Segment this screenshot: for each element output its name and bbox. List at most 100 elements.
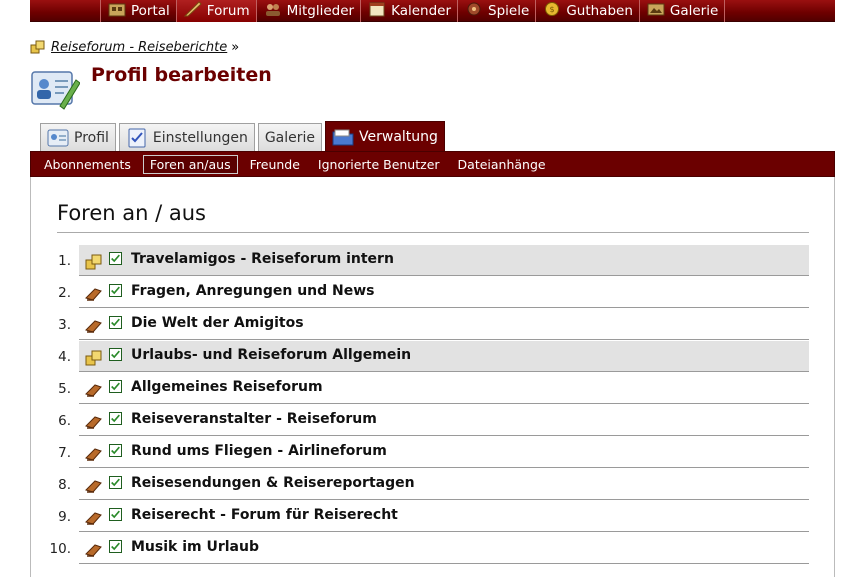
list-item-number: 6. xyxy=(58,413,71,429)
category-icon xyxy=(85,349,103,366)
tab-label: Galerie xyxy=(264,129,316,146)
list-item: 2. Fragen, Anregungen und News xyxy=(31,277,836,309)
forum-toggle-checkbox[interactable] xyxy=(109,284,122,297)
list-item-number: 1. xyxy=(58,253,71,269)
profile-tabs: Profil Einstellungen Galerie Verwaltung xyxy=(40,121,448,151)
category-icon xyxy=(85,253,103,270)
forum-icon xyxy=(85,381,103,398)
forum-toggle-checkbox[interactable] xyxy=(109,316,122,329)
forum-name[interactable]: Reiseveranstalter - Reiseforum xyxy=(131,411,377,427)
checkmark-icon xyxy=(111,414,120,423)
list-item-number: 8. xyxy=(58,477,71,493)
forum-name[interactable]: Allgemeines Reiseforum xyxy=(131,379,323,395)
nav-guthaben[interactable]: $ Guthaben xyxy=(535,0,639,22)
nav-mitglieder[interactable]: Mitglieder xyxy=(255,0,361,22)
subnav-freunde[interactable]: Freunde xyxy=(244,156,306,173)
top-navigation-items: Portal Forum Mitglieder Kalender Spiele $ Guth… xyxy=(100,0,726,22)
list-item-number: 7. xyxy=(58,445,71,461)
edit-profile-icon xyxy=(31,71,80,110)
list-item: 5. Allgemeines Reiseforum xyxy=(31,373,836,405)
svg-text:$: $ xyxy=(550,5,555,14)
checkmark-icon xyxy=(111,446,120,455)
section-heading: Foren an / aus xyxy=(57,201,206,225)
checkmark-icon xyxy=(111,542,120,551)
sub-navigation: Abonnements Foren an/aus Freunde Ignorierte… xyxy=(30,151,835,177)
forum-name[interactable]: Fragen, Anregungen und News xyxy=(131,283,375,299)
heading-divider xyxy=(57,232,809,233)
checkmark-icon xyxy=(111,478,120,487)
nav-forum[interactable]: Forum xyxy=(175,0,256,22)
forum-icon xyxy=(85,541,103,558)
games-icon xyxy=(464,1,484,17)
forum-name[interactable]: Travelamigos - Reiseforum intern xyxy=(131,251,394,267)
forum-icon xyxy=(85,413,103,430)
list-item-number: 2. xyxy=(58,285,71,301)
calendar-icon xyxy=(367,1,387,17)
list-item-number: 10. xyxy=(49,541,71,557)
forum-name[interactable]: Reisesendungen & Reisereportagen xyxy=(131,475,415,491)
nav-label: Galerie xyxy=(669,3,719,19)
breadcrumb-separator: » xyxy=(231,39,240,55)
forum-name[interactable]: Musik im Urlaub xyxy=(131,539,259,555)
list-item: 8. Reisesendungen & Reisereportagen xyxy=(31,469,836,501)
list-item: 1. Travelamigos - Reiseforum intern xyxy=(31,245,836,277)
list-item: 7. Rund ums Fliegen - Airlineforum xyxy=(31,437,836,469)
subnav-dateianhänge[interactable]: Dateianhänge xyxy=(452,156,552,173)
list-item: 4. Urlaubs- und Reiseforum Allgemein xyxy=(31,341,836,373)
nav-portal[interactable]: Portal xyxy=(100,0,176,22)
forum-icon xyxy=(85,477,103,494)
breadcrumb-link-reiseforum[interactable]: Reiseforum - Reiseberichte xyxy=(51,40,227,55)
tab-galerie[interactable]: Galerie xyxy=(257,123,323,151)
forum-toggle-checkbox[interactable] xyxy=(109,444,122,457)
category-icon xyxy=(30,40,45,54)
checkmark-icon xyxy=(111,254,120,263)
forum-icon xyxy=(85,317,103,334)
subnav-ignorierte-benutzer[interactable]: Ignorierte Benutzer xyxy=(312,156,446,173)
nav-spiele[interactable]: Spiele xyxy=(457,0,535,22)
forum-toggle-checkbox[interactable] xyxy=(109,348,122,361)
forum-toggle-checkbox[interactable] xyxy=(109,380,122,393)
list-item-number: 9. xyxy=(58,509,71,525)
portal-icon xyxy=(107,1,127,17)
checkmark-icon xyxy=(111,286,120,295)
nav-galerie[interactable]: Galerie xyxy=(638,0,726,22)
forum-toggle-checkbox[interactable] xyxy=(109,476,122,489)
nav-label: Kalender xyxy=(391,3,452,19)
checkmark-icon xyxy=(111,510,120,519)
forum-name[interactable]: Urlaubs- und Reiseforum Allgemein xyxy=(131,347,411,363)
tab-verwaltung[interactable]: Verwaltung xyxy=(325,121,445,151)
nav-kalender[interactable]: Kalender xyxy=(360,0,457,22)
forum-toggle-checkbox[interactable] xyxy=(109,252,122,265)
tab-profil[interactable]: Profil xyxy=(40,123,116,151)
gallery-icon xyxy=(646,1,666,17)
quill-icon xyxy=(183,1,203,17)
members-icon xyxy=(263,1,283,17)
list-item: 3. Die Welt der Amigitos xyxy=(31,309,836,341)
forum-name[interactable]: Reiserecht - Forum für Reiserecht xyxy=(131,507,398,523)
forum-icon xyxy=(85,445,103,462)
folder-icon xyxy=(332,127,354,147)
top-navigation: Portal Forum Mitglieder Kalender Spiele $ Guth… xyxy=(30,0,835,22)
list-item-number: 5. xyxy=(58,381,71,397)
list-item: 6. Reiseveranstalter - Reiseforum xyxy=(31,405,836,437)
subnav-abonnements[interactable]: Abonnements xyxy=(38,156,137,173)
subnav-foren-an-aus[interactable]: Foren an/aus xyxy=(142,154,238,174)
tab-label: Verwaltung xyxy=(359,128,438,145)
nav-label: Forum xyxy=(206,3,250,19)
forum-toggle-checkbox[interactable] xyxy=(109,540,122,553)
forum-toggle-checkbox[interactable] xyxy=(109,412,122,425)
forum-list: 1. Travelamigos - Reiseforum intern 2. Frag… xyxy=(31,245,836,565)
forum-name[interactable]: Die Welt der Amigitos xyxy=(131,315,304,331)
tab-label: Einstellungen xyxy=(152,129,248,146)
checkmark-icon xyxy=(111,350,120,359)
forum-icon xyxy=(85,285,103,302)
forum-name[interactable]: Rund ums Fliegen - Airlineforum xyxy=(131,443,387,459)
forum-toggle-checkbox[interactable] xyxy=(109,508,122,521)
page-title: Profil bearbeiten xyxy=(91,64,272,86)
list-item: 9. Reiserecht - Forum für Reiserecht xyxy=(31,501,836,533)
tab-einstellungen[interactable]: Einstellungen xyxy=(118,123,255,151)
tab-label: Profil xyxy=(74,129,109,146)
breadcrumb: Reiseforum - Reiseberichte » xyxy=(30,39,239,55)
nav-label: Spiele xyxy=(488,3,530,19)
checklist-icon xyxy=(126,128,148,148)
